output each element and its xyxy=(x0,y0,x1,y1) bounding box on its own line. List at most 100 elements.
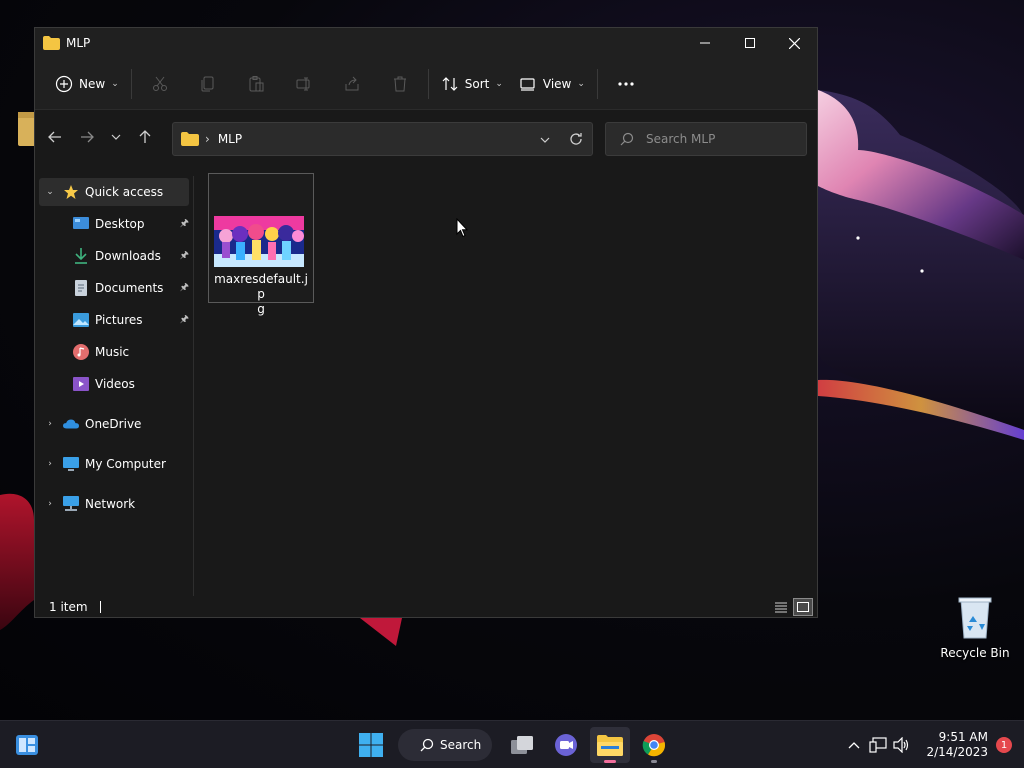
network-status-button[interactable] xyxy=(866,733,890,757)
view-icon xyxy=(519,75,537,93)
file-explorer-icon xyxy=(597,735,623,756)
sidebar-item-music[interactable]: Music xyxy=(73,338,189,366)
sidebar-item-onedrive[interactable]: › OneDrive xyxy=(43,410,189,438)
large-icons-view-button[interactable] xyxy=(793,598,813,616)
sort-icon xyxy=(441,75,459,93)
status-bar: 1 item xyxy=(35,596,817,618)
forward-button[interactable] xyxy=(71,121,103,153)
chrome-button[interactable] xyxy=(634,727,674,763)
sidebar-item-quick-access[interactable]: ⌄ Quick access xyxy=(39,178,189,206)
minimize-icon xyxy=(699,42,710,44)
onedrive-icon xyxy=(63,416,79,432)
show-hidden-icons-button[interactable] xyxy=(842,733,866,757)
chevron-down-icon xyxy=(111,134,121,140)
maximize-button[interactable] xyxy=(727,28,772,58)
large-icons-view-icon xyxy=(797,602,809,612)
sidebar-item-label: My Computer xyxy=(85,457,166,471)
sort-button[interactable]: Sort ⌄ xyxy=(433,68,511,100)
window-title: MLP xyxy=(66,36,91,50)
divider xyxy=(427,68,429,99)
details-view-button[interactable] xyxy=(771,598,791,616)
chevron-right-icon[interactable]: › xyxy=(43,419,57,429)
address-history-button[interactable] xyxy=(530,132,560,146)
chevron-right-icon[interactable]: › xyxy=(43,499,57,509)
music-icon xyxy=(73,344,89,360)
sidebar-item-network[interactable]: › Network xyxy=(43,490,189,518)
chevron-down-icon: ⌄ xyxy=(111,78,119,89)
sort-label: Sort xyxy=(464,76,490,91)
address-bar[interactable]: › MLP xyxy=(172,122,593,156)
network-status-icon xyxy=(869,737,888,753)
task-view-icon xyxy=(511,736,533,754)
file-list[interactable]: maxresdefault.jp g xyxy=(195,173,817,596)
rename-button[interactable] xyxy=(280,68,328,100)
sidebar-item-desktop[interactable]: Desktop 🖈 xyxy=(73,210,189,238)
maximize-icon xyxy=(744,38,755,48)
pictures-icon xyxy=(73,312,89,328)
start-button[interactable] xyxy=(358,732,384,758)
recycle-bin[interactable]: Recycle Bin xyxy=(938,594,1012,660)
refresh-icon xyxy=(570,133,582,145)
back-button[interactable] xyxy=(39,121,71,153)
sidebar-item-label: Quick access xyxy=(85,185,164,199)
paste-icon xyxy=(249,75,264,91)
search-input[interactable] xyxy=(646,132,796,146)
pin-icon[interactable]: 🖈 xyxy=(180,216,189,233)
sidebar-item-documents[interactable]: Documents 🖈 xyxy=(73,274,189,302)
widgets-button[interactable] xyxy=(14,732,40,758)
more-options-button[interactable] xyxy=(602,68,650,100)
chrome-icon xyxy=(642,734,666,757)
up-button[interactable] xyxy=(129,121,161,153)
sidebar-item-pictures[interactable]: Pictures 🖈 xyxy=(73,306,189,334)
sidebar-item-label: OneDrive xyxy=(85,417,142,431)
breadcrumb-current[interactable]: MLP xyxy=(218,132,530,146)
file-item[interactable]: maxresdefault.jp g xyxy=(208,173,314,316)
minimize-button[interactable] xyxy=(682,28,727,58)
arrow-right-icon xyxy=(81,131,94,143)
active-app-indicator xyxy=(604,760,616,763)
item-count: 1 item xyxy=(49,600,88,614)
desktop-folder-icon[interactable]: M xyxy=(14,108,36,171)
view-button[interactable]: View ⌄ xyxy=(511,68,593,100)
windows-logo-icon xyxy=(359,733,383,757)
copy-button[interactable] xyxy=(184,68,232,100)
clock[interactable]: 9:51 AM 2/14/2023 xyxy=(926,730,988,760)
title-bar[interactable]: MLP xyxy=(35,28,817,58)
taskbar-search-button[interactable]: Search xyxy=(398,729,492,761)
recent-locations-button[interactable] xyxy=(103,121,129,153)
rename-icon xyxy=(296,77,310,90)
file-explorer-taskbar-button[interactable] xyxy=(590,727,630,763)
chevron-down-icon[interactable]: ⌄ xyxy=(43,187,57,197)
chevron-right-icon[interactable]: › xyxy=(43,459,57,469)
sidebar-item-my-computer[interactable]: › My Computer xyxy=(43,450,189,478)
clock-time: 9:51 AM xyxy=(938,730,988,744)
refresh-button[interactable] xyxy=(560,123,592,155)
network-icon xyxy=(63,496,79,512)
pin-icon[interactable]: 🖈 xyxy=(180,312,189,329)
close-button[interactable] xyxy=(772,28,817,58)
task-view-button[interactable] xyxy=(502,727,542,763)
paste-button[interactable] xyxy=(232,68,280,100)
recycle-bin-label: Recycle Bin xyxy=(940,646,1010,660)
desktop-icon xyxy=(73,216,89,232)
teams-chat-button[interactable] xyxy=(546,727,586,763)
navigation-pane: ⌄ Quick access Desktop 🖈 Downloads 🖈 Doc… xyxy=(35,176,194,596)
teams-chat-icon xyxy=(555,734,577,756)
cut-button[interactable] xyxy=(136,68,184,100)
sidebar-item-label: Videos xyxy=(95,377,135,391)
volume-button[interactable] xyxy=(890,733,914,757)
computer-icon xyxy=(63,456,79,472)
pane-divider[interactable] xyxy=(193,176,194,596)
details-view-icon xyxy=(775,602,787,613)
notification-badge[interactable]: 1 xyxy=(996,737,1012,753)
search-box[interactable] xyxy=(605,122,807,156)
new-button[interactable]: New ⌄ xyxy=(47,68,127,100)
pin-icon[interactable]: 🖈 xyxy=(180,280,189,297)
taskbar-search-label: Search xyxy=(440,738,482,752)
mouse-cursor-icon xyxy=(456,217,469,238)
pin-icon[interactable]: 🖈 xyxy=(180,248,189,265)
sidebar-item-videos[interactable]: Videos xyxy=(73,370,189,398)
delete-button[interactable] xyxy=(376,68,424,100)
share-button[interactable] xyxy=(328,68,376,100)
sidebar-item-downloads[interactable]: Downloads 🖈 xyxy=(73,242,189,270)
